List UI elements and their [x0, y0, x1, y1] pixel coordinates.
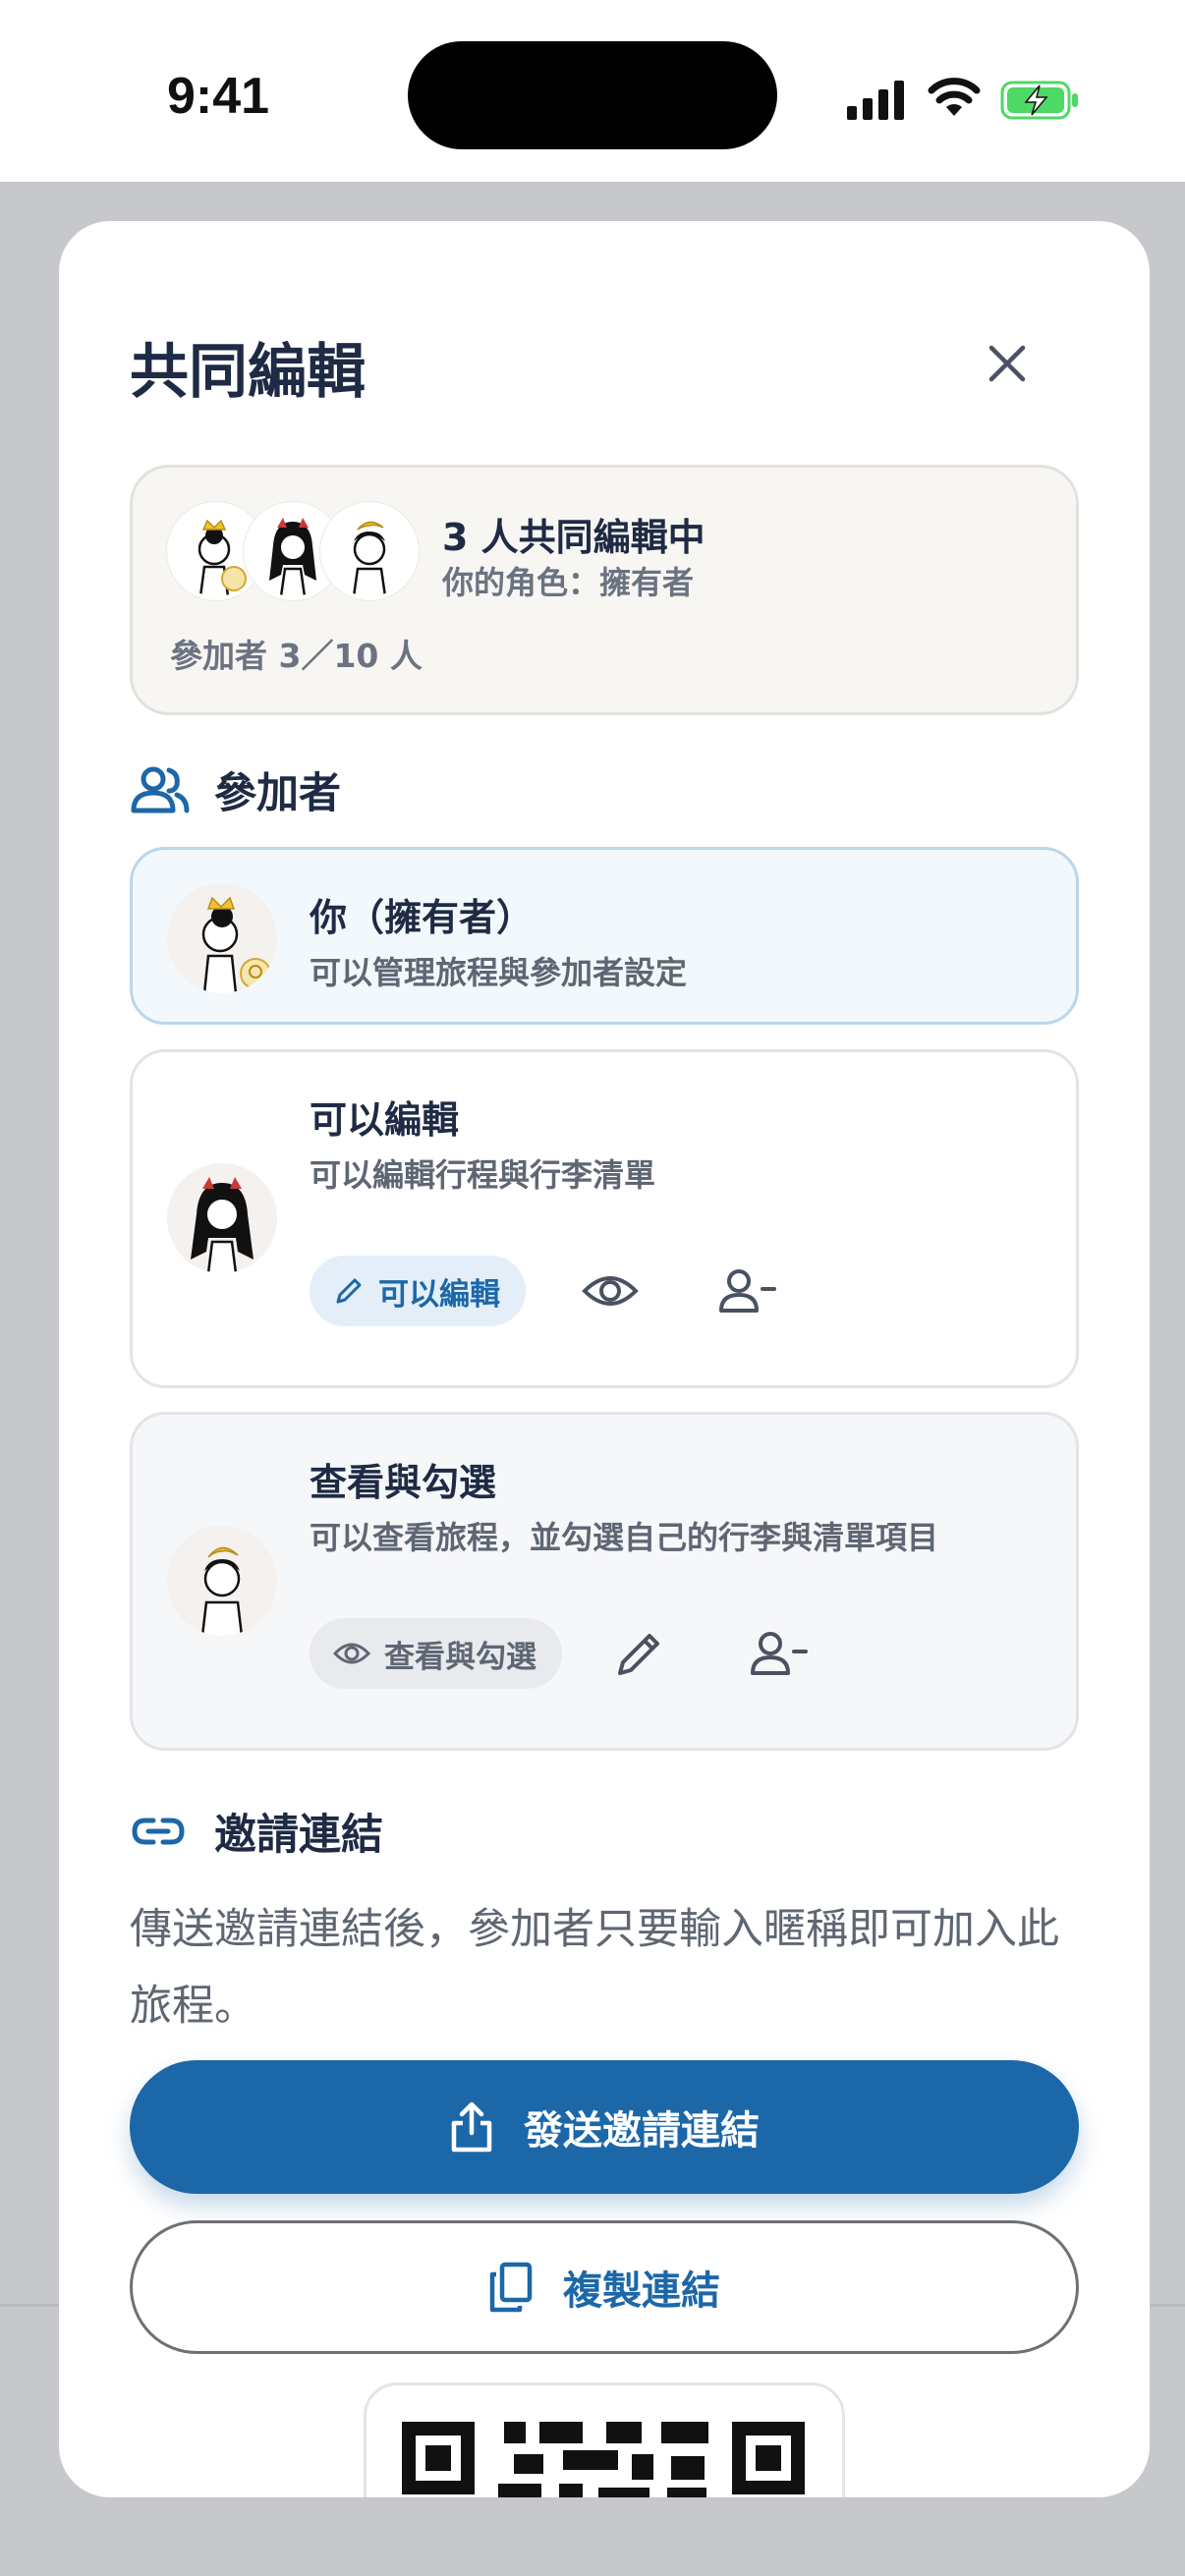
wifi-icon: [928, 78, 981, 116]
send-invite-label: 發送邀請連結: [524, 2108, 760, 2154]
invite-label: 邀請連結: [214, 1811, 383, 1860]
participant-name: 查看與勾選: [310, 1461, 497, 1504]
battery-icon: [1000, 81, 1078, 120]
status-bar: 9:41: [0, 0, 1185, 182]
participant-name: 你（擁有者）: [310, 896, 535, 939]
summary-role: 你的角色：擁有者: [442, 564, 695, 601]
avatar: [167, 1163, 277, 1273]
copy-icon: [489, 2262, 533, 2313]
remove-user-icon: [751, 1632, 808, 1675]
copy-link-button[interactable]: 複製連結: [130, 2220, 1079, 2354]
avatar-stack: [167, 502, 423, 600]
avatar: [167, 883, 277, 993]
invite-description: 傳送邀請連結後，參加者只要輸入暱稱即可加入此旅程。: [130, 1905, 1059, 2031]
eye-icon: [333, 1643, 370, 1664]
close-button[interactable]: [973, 329, 1042, 398]
collaboration-sheet: 共同編輯 3 人共同編輯中 你的角色：擁有者 參加者 3／10 人 參加者 你（…: [59, 221, 1150, 2497]
close-icon: [988, 345, 1026, 382]
dynamic-island: [408, 41, 777, 149]
participant-name: 可以編輯: [310, 1098, 460, 1142]
avatar: [167, 1526, 277, 1636]
participants-label: 參加者: [214, 769, 341, 818]
participant-description: 可以管理旅程與參加者設定: [310, 954, 688, 991]
pencil-icon: [336, 1278, 362, 1304]
avatar: [320, 502, 419, 600]
participant-card-owner: 你（擁有者） 可以管理旅程與參加者設定: [130, 847, 1079, 1025]
participant-description: 可以編輯行程與行李清單: [310, 1156, 656, 1194]
participant-card-editor: 可以編輯 可以編輯行程與行李清單 可以編輯: [130, 1049, 1079, 1388]
role-pill-view-and-check[interactable]: 查看與勾選: [310, 1618, 562, 1689]
remove-user-button[interactable]: [712, 1256, 783, 1326]
sheet-title: 共同編輯: [130, 338, 366, 407]
remove-user-button[interactable]: [744, 1618, 815, 1689]
status-time: 9:41: [167, 68, 270, 125]
copy-link-label: 複製連結: [563, 2268, 720, 2314]
invite-header: 邀請連結: [130, 1801, 383, 1862]
participant-description: 可以查看旅程，並勾選自己的行李與清單項目: [310, 1519, 939, 1556]
remove-user-icon: [719, 1269, 776, 1313]
eye-icon: [582, 1276, 639, 1306]
summary-title: 3 人共同編輯中: [442, 516, 705, 559]
share-icon: [451, 2101, 492, 2153]
role-pill-label: 查看與勾選: [384, 1639, 536, 1675]
set-edit-button[interactable]: [604, 1618, 675, 1689]
role-pill-label: 可以編輯: [378, 1276, 500, 1313]
qr-code: [364, 2382, 845, 2497]
summary-card: 3 人共同編輯中 你的角色：擁有者 參加者 3／10 人: [130, 465, 1079, 715]
send-invite-button[interactable]: 發送邀請連結: [130, 2060, 1079, 2194]
pencil-icon: [618, 1634, 659, 1675]
participants-header: 參加者: [130, 759, 341, 820]
users-icon: [131, 766, 190, 813]
participant-count: 參加者 3／10 人: [170, 637, 423, 675]
signal-icon: [847, 81, 904, 120]
participant-card-viewer: 查看與勾選 可以查看旅程，並勾選自己的行李與清單項目 查看與勾選: [130, 1412, 1079, 1751]
role-pill-can-edit[interactable]: 可以編輯: [310, 1256, 526, 1326]
link-icon: [132, 1818, 185, 1845]
set-view-button[interactable]: [575, 1256, 646, 1326]
